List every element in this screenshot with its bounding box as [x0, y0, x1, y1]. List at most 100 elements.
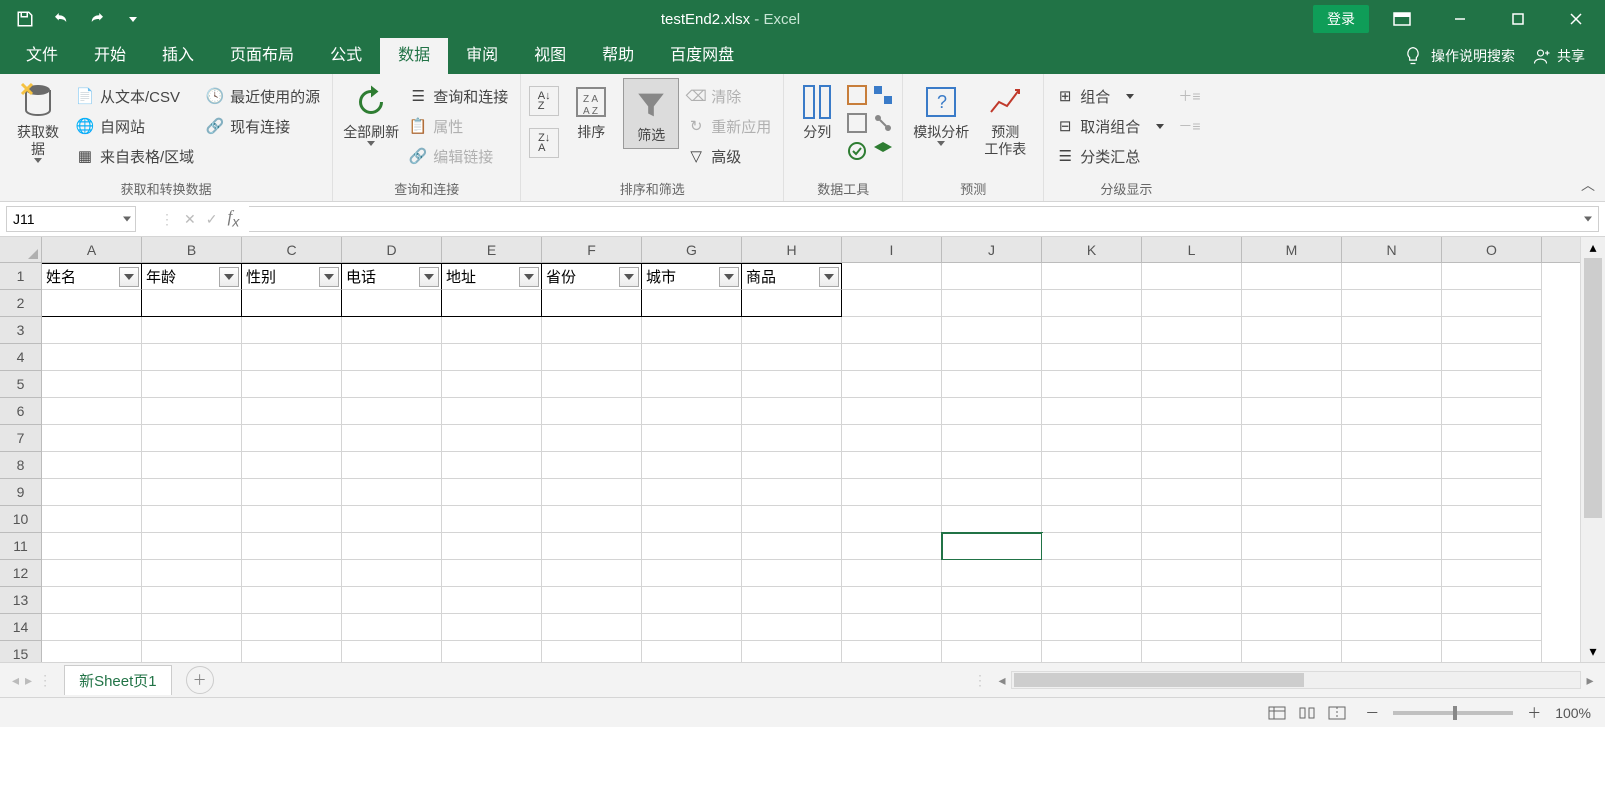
cell[interactable]	[542, 425, 642, 452]
cell[interactable]	[542, 641, 642, 662]
share-button[interactable]: 共享	[1533, 46, 1585, 66]
cell[interactable]	[42, 371, 142, 398]
tab-help[interactable]: 帮助	[584, 38, 652, 74]
sort-button[interactable]: Z AA Z 排序	[563, 78, 619, 141]
cell[interactable]	[442, 290, 542, 317]
cell[interactable]	[342, 587, 442, 614]
cell[interactable]: 省份	[542, 263, 642, 290]
select-all-corner[interactable]	[0, 237, 42, 262]
cell[interactable]	[242, 641, 342, 662]
remove-duplicates-button[interactable]	[846, 112, 868, 134]
row-header[interactable]: 12	[0, 560, 42, 587]
cell[interactable]	[442, 587, 542, 614]
row-header[interactable]: 3	[0, 317, 42, 344]
split-handle[interactable]: ⋮	[160, 211, 174, 228]
cell[interactable]	[342, 452, 442, 479]
cell[interactable]	[1142, 290, 1242, 317]
cell[interactable]	[1242, 290, 1342, 317]
cell[interactable]	[42, 506, 142, 533]
column-header[interactable]: K	[1042, 237, 1142, 262]
row-header[interactable]: 10	[0, 506, 42, 533]
scroll-down-button[interactable]: ▾	[1589, 643, 1596, 660]
ribbon-display-options-button[interactable]	[1373, 0, 1431, 38]
cell[interactable]	[42, 452, 142, 479]
cell[interactable]	[1142, 614, 1242, 641]
row-header[interactable]: 9	[0, 479, 42, 506]
cell[interactable]	[642, 290, 742, 317]
cell[interactable]	[842, 290, 942, 317]
recent-sources-button[interactable]: 🕓最近使用的源	[202, 82, 324, 110]
show-detail-button[interactable]: ＋≡	[1178, 86, 1200, 106]
filter-dropdown-button[interactable]	[119, 267, 139, 287]
row-header[interactable]: 7	[0, 425, 42, 452]
cell[interactable]	[442, 506, 542, 533]
cell[interactable]	[1142, 317, 1242, 344]
cancel-formula-button[interactable]: ✕	[184, 211, 196, 228]
cell[interactable]	[1142, 452, 1242, 479]
cell[interactable]	[442, 398, 542, 425]
cell[interactable]	[642, 533, 742, 560]
cell[interactable]	[542, 317, 642, 344]
cell[interactable]	[642, 425, 742, 452]
cell[interactable]	[642, 398, 742, 425]
cell[interactable]	[1142, 506, 1242, 533]
hide-detail-button[interactable]: －≡	[1178, 116, 1200, 136]
cell[interactable]	[442, 614, 542, 641]
cell[interactable]	[842, 425, 942, 452]
cell[interactable]	[1342, 263, 1442, 290]
advanced-filter-button[interactable]: ▽高级	[683, 142, 775, 170]
cell[interactable]	[1042, 479, 1142, 506]
row-header[interactable]: 11	[0, 533, 42, 560]
cell[interactable]	[1042, 587, 1142, 614]
cell[interactable]	[1442, 371, 1542, 398]
cell[interactable]	[1242, 479, 1342, 506]
cell[interactable]	[1142, 587, 1242, 614]
cell[interactable]	[942, 398, 1042, 425]
filter-dropdown-button[interactable]	[319, 267, 339, 287]
cell[interactable]	[1342, 506, 1442, 533]
existing-connections-button[interactable]: 🔗现有连接	[202, 112, 324, 140]
cell[interactable]	[42, 560, 142, 587]
cell[interactable]	[1042, 344, 1142, 371]
cell[interactable]: 性别	[242, 263, 342, 290]
cell[interactable]	[842, 263, 942, 290]
flash-fill-button[interactable]	[846, 84, 868, 106]
column-header[interactable]: G	[642, 237, 742, 262]
cell[interactable]	[942, 533, 1042, 560]
filter-dropdown-button[interactable]	[619, 267, 639, 287]
tab-formulas[interactable]: 公式	[312, 38, 380, 74]
cell[interactable]	[1042, 614, 1142, 641]
cell[interactable]	[142, 371, 242, 398]
column-header[interactable]: A	[42, 237, 142, 262]
cell[interactable]	[542, 452, 642, 479]
queries-connections-button[interactable]: ☰查询和连接	[405, 82, 512, 110]
cell[interactable]	[1242, 641, 1342, 662]
cell[interactable]	[1042, 533, 1142, 560]
cell[interactable]	[442, 317, 542, 344]
cell[interactable]	[642, 641, 742, 662]
cell[interactable]	[1042, 371, 1142, 398]
cell[interactable]	[1242, 587, 1342, 614]
collapse-ribbon-button[interactable]: ︿	[1581, 175, 1595, 195]
cell[interactable]	[42, 344, 142, 371]
cell[interactable]	[742, 533, 842, 560]
cell[interactable]	[1442, 452, 1542, 479]
edit-links-button[interactable]: 🔗编辑链接	[405, 142, 512, 170]
cell[interactable]	[642, 479, 742, 506]
close-button[interactable]	[1547, 0, 1605, 38]
cell[interactable]	[242, 560, 342, 587]
subtotal-button[interactable]: ☰分类汇总	[1052, 142, 1168, 170]
hscroll-thumb[interactable]	[1014, 673, 1304, 687]
cell[interactable]	[1442, 560, 1542, 587]
zoom-level[interactable]: 100%	[1555, 705, 1591, 721]
cell[interactable]	[1242, 344, 1342, 371]
cell[interactable]	[242, 587, 342, 614]
cell[interactable]	[942, 425, 1042, 452]
cell[interactable]	[1242, 533, 1342, 560]
cell[interactable]	[442, 371, 542, 398]
cell[interactable]	[1142, 398, 1242, 425]
column-header[interactable]: E	[442, 237, 542, 262]
normal-view-button[interactable]	[1263, 702, 1291, 724]
hscroll-left-button[interactable]: ◂	[993, 671, 1011, 689]
cell[interactable]	[1042, 425, 1142, 452]
